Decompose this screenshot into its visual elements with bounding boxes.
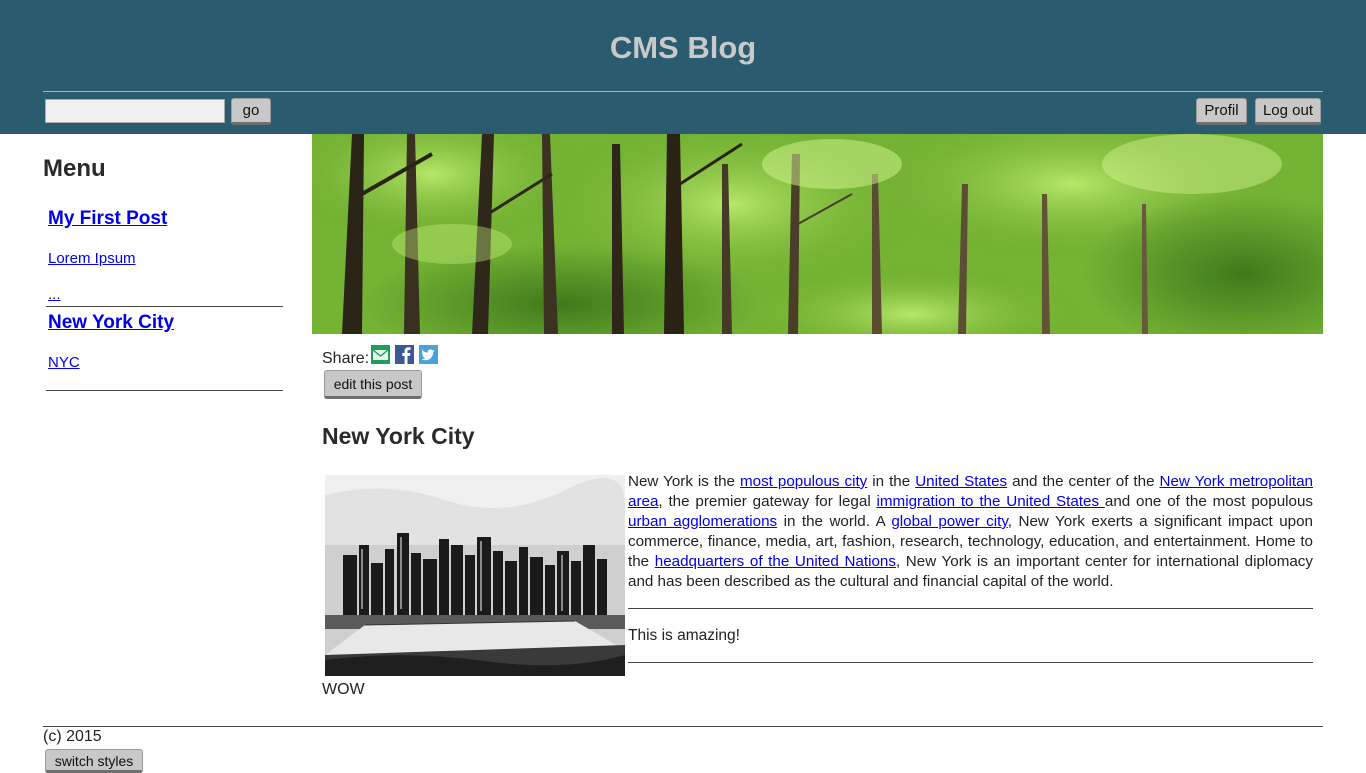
post-link-immigration[interactable]: immigration to the United States [877,493,1105,510]
post-text: in the world. A [777,513,892,530]
post-text: and one of the most populous [1104,493,1313,510]
menu-post-link-new-york-city[interactable]: New York City [48,312,174,334]
skyline-illustration [325,475,625,676]
post-link-most-populous-city[interactable]: most populous city [740,473,867,490]
post-link-urban-agglomerations[interactable]: urban agglomerations [628,513,777,530]
switch-styles-button[interactable]: switch styles [45,749,143,773]
footer-divider [43,726,1323,727]
header-divider [43,91,1323,92]
post-divider [628,608,1313,609]
post-text: , the premier gateway for legal [658,493,877,510]
search-input[interactable] [45,99,225,123]
nyc-skyline-image [325,475,625,676]
post-text: in the [867,473,916,490]
site-header: CMS Blog go Profil Log out [0,0,1366,134]
post-link-headquarters-un[interactable]: headquarters of the United Nations [655,553,896,570]
menu-post-group: My First Post Lorem Ipsum ... [46,206,283,307]
site-title: CMS Blog [609,30,757,65]
forest-banner-image [312,134,1323,334]
post-after-text: WOW [322,681,365,698]
menu-post-group: New York City NYC [46,310,283,391]
post-divider [628,662,1313,663]
footer-copyright: (c) 2015 [43,728,102,745]
forest-illustration [312,134,1323,334]
menu-subitem-nyc[interactable]: NYC [48,354,80,371]
edit-post-button[interactable]: edit this post [324,370,422,399]
email-icon[interactable] [371,345,390,364]
menu-subitem-lorem-ipsum[interactable]: Lorem Ipsum [48,250,136,267]
share-label: Share: [322,350,370,367]
post-text: New York is the [628,473,740,490]
post-link-global-power-city[interactable]: global power city [891,513,1007,530]
profile-button[interactable]: Profil [1196,98,1247,125]
search-go-button[interactable]: go [231,98,271,125]
menu-post-link-my-first-post[interactable]: My First Post [48,208,167,230]
post-body-text: New York is the most populous city in th… [628,472,1313,592]
twitter-icon[interactable] [419,345,438,364]
facebook-icon[interactable] [395,345,414,364]
post-quote: This is amazing! [628,627,740,644]
logout-button[interactable]: Log out [1255,98,1321,125]
menu-heading: Menu [43,155,106,182]
post-text: and the center of the [1007,473,1160,490]
menu-subitem-more[interactable]: ... [48,286,61,303]
post-link-united-states[interactable]: United States [915,473,1007,490]
post-title: New York City [322,423,475,449]
